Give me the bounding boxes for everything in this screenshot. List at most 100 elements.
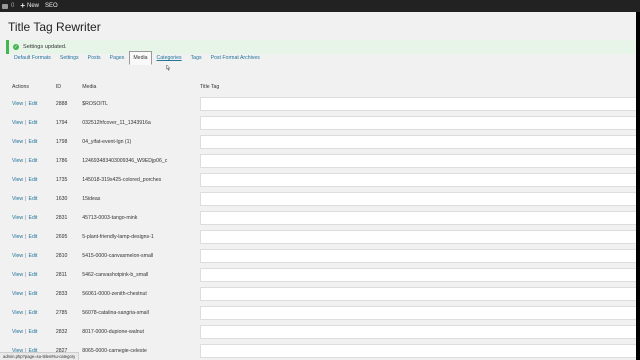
edit-link[interactable]: Edit — [29, 310, 38, 316]
table-header-row: Actions ID Media Title Tag — [8, 80, 640, 94]
title-tag-input[interactable] — [200, 172, 640, 187]
row-id: 2832 — [55, 328, 68, 335]
edit-link[interactable]: Edit — [29, 291, 38, 297]
row-media-name: 56078-catalina-sangria-small — [82, 309, 149, 316]
row-actions: View | Edit — [8, 246, 52, 265]
tab-tags[interactable]: Tags — [187, 51, 206, 65]
row-id: 1798 — [55, 138, 68, 145]
row-media-name: 5-plant-friendly-lamp-designs-1 — [82, 233, 154, 240]
notice-text: Settings updated. — [23, 44, 67, 50]
row-actions: View | Edit — [8, 94, 52, 113]
view-link[interactable]: View — [12, 139, 23, 145]
row-actions: View | Edit — [8, 151, 52, 170]
row-id: 2810 — [55, 252, 68, 259]
row-media-name: 124693483403009346_W9EDjp06_c — [82, 157, 168, 164]
table-row: View | Edit 2695 5-plant-friendly-lamp-desig… — [8, 227, 640, 246]
view-link[interactable]: View — [12, 329, 23, 335]
view-link[interactable]: View — [12, 177, 23, 183]
action-separator: | — [25, 309, 27, 316]
view-link[interactable]: View — [12, 234, 23, 240]
table-row: View | Edit 2833 56061-0000-zenith-chestnut — [8, 284, 640, 303]
plus-icon: + — [20, 1, 26, 10]
edit-link[interactable]: Edit — [29, 158, 38, 164]
title-tag-input[interactable] — [200, 153, 640, 168]
row-id: 1735 — [55, 176, 68, 183]
tab-posts[interactable]: Posts — [84, 51, 105, 65]
title-tag-input[interactable] — [200, 267, 640, 282]
title-tag-input[interactable] — [200, 134, 640, 149]
edit-link[interactable]: Edit — [29, 139, 38, 145]
edit-link[interactable]: Edit — [29, 272, 38, 278]
action-separator: | — [25, 328, 27, 335]
edit-link[interactable]: Edit — [29, 253, 38, 259]
tab-post-format-archives[interactable]: Post Format Archives — [207, 51, 264, 65]
window-edge — [636, 12, 640, 360]
row-title-tag-cell — [196, 208, 640, 227]
edit-link[interactable]: Edit — [29, 329, 38, 335]
header-title-tag: Title Tag — [200, 84, 220, 90]
title-tag-input[interactable] — [200, 115, 640, 130]
view-link[interactable]: View — [12, 310, 23, 316]
table-body: View | Edit 2888 $ROSOITL View | Edit 1794 032512… — [8, 94, 640, 360]
edit-link[interactable]: Edit — [29, 234, 38, 240]
action-separator: | — [25, 290, 27, 297]
admin-bar: 0 + New SEO — [0, 0, 640, 12]
view-link[interactable]: View — [12, 272, 23, 278]
view-link[interactable]: View — [12, 196, 23, 202]
tab-default-formats[interactable]: Default Formats — [10, 51, 55, 65]
row-id: 1630 — [55, 195, 68, 202]
row-media-name: 145018-319x425-colored_porches — [82, 176, 162, 183]
tab-settings[interactable]: Settings — [56, 51, 83, 65]
edit-link[interactable]: Edit — [29, 120, 38, 126]
row-title-tag-cell — [196, 284, 640, 303]
edit-link[interactable]: Edit — [29, 177, 38, 183]
title-tag-input[interactable] — [200, 191, 640, 206]
new-menu[interactable]: + New — [20, 1, 40, 10]
title-tag-input[interactable] — [200, 210, 640, 225]
view-link[interactable]: View — [12, 291, 23, 297]
row-media-name: 56061-0000-zenith-chestnut — [82, 290, 147, 297]
check-icon: ✓ — [13, 44, 19, 50]
tab-categories[interactable]: Categories — [153, 51, 186, 65]
action-separator: | — [25, 271, 27, 278]
title-tag-input[interactable] — [200, 248, 640, 263]
title-tag-input[interactable] — [200, 343, 640, 358]
view-link[interactable]: View — [12, 158, 23, 164]
table-row: View | Edit 1630 15ideas — [8, 189, 640, 208]
table-row: View | Edit 2888 $ROSOITL — [8, 94, 640, 113]
edit-link[interactable]: Edit — [29, 101, 38, 107]
table-row: View | Edit 1798 04_yifat-event-lgn (1) — [8, 132, 640, 151]
title-tag-input[interactable] — [200, 286, 640, 301]
tab-pages[interactable]: Pages — [106, 51, 129, 65]
tab-media[interactable]: Media — [129, 51, 152, 65]
comments-menu[interactable]: 0 — [2, 3, 14, 9]
page: 0 + New SEO Title Tag Rewriter ✓ Setting… — [0, 0, 640, 360]
edit-link[interactable]: Edit — [29, 215, 38, 221]
tab-bar: Default Formats Settings Posts Pages Med… — [10, 51, 265, 65]
comments-count: 0 — [11, 3, 15, 9]
table-row: View | Edit 2827 8065-0000-carnegie-celeste — [8, 341, 640, 360]
view-link[interactable]: View — [12, 120, 23, 126]
title-tag-input[interactable] — [200, 96, 640, 111]
title-tag-input[interactable] — [200, 229, 640, 244]
seo-menu[interactable]: SEO — [45, 3, 58, 9]
row-title-tag-cell — [196, 94, 640, 113]
row-media-name: 5415-0000-canvasmelon-small — [82, 252, 154, 259]
table-row: View | Edit 1786 124693483403009346_W9EDjp06… — [8, 151, 640, 170]
header-id: ID — [55, 84, 62, 90]
row-media-name: 8065-0000-carnegie-celeste — [82, 347, 147, 354]
browser-status-bar: admin.php?page=su-titles#su-category — [0, 352, 80, 360]
title-tag-input[interactable] — [200, 324, 640, 339]
action-separator: | — [25, 119, 27, 126]
table-row: View | Edit 2831 45713-0003-tango-mink — [8, 208, 640, 227]
row-media-name: 04_yifat-event-lgn (1) — [82, 138, 132, 145]
view-link[interactable]: View — [12, 253, 23, 259]
title-tags-table: Actions ID Media Title Tag View | Edit 2888… — [8, 80, 640, 360]
action-separator: | — [25, 233, 27, 240]
row-id: 1794 — [55, 119, 68, 126]
edit-link[interactable]: Edit — [29, 196, 38, 202]
view-link[interactable]: View — [12, 101, 23, 107]
new-label: New — [27, 3, 40, 9]
title-tag-input[interactable] — [200, 305, 640, 320]
view-link[interactable]: View — [12, 215, 23, 221]
